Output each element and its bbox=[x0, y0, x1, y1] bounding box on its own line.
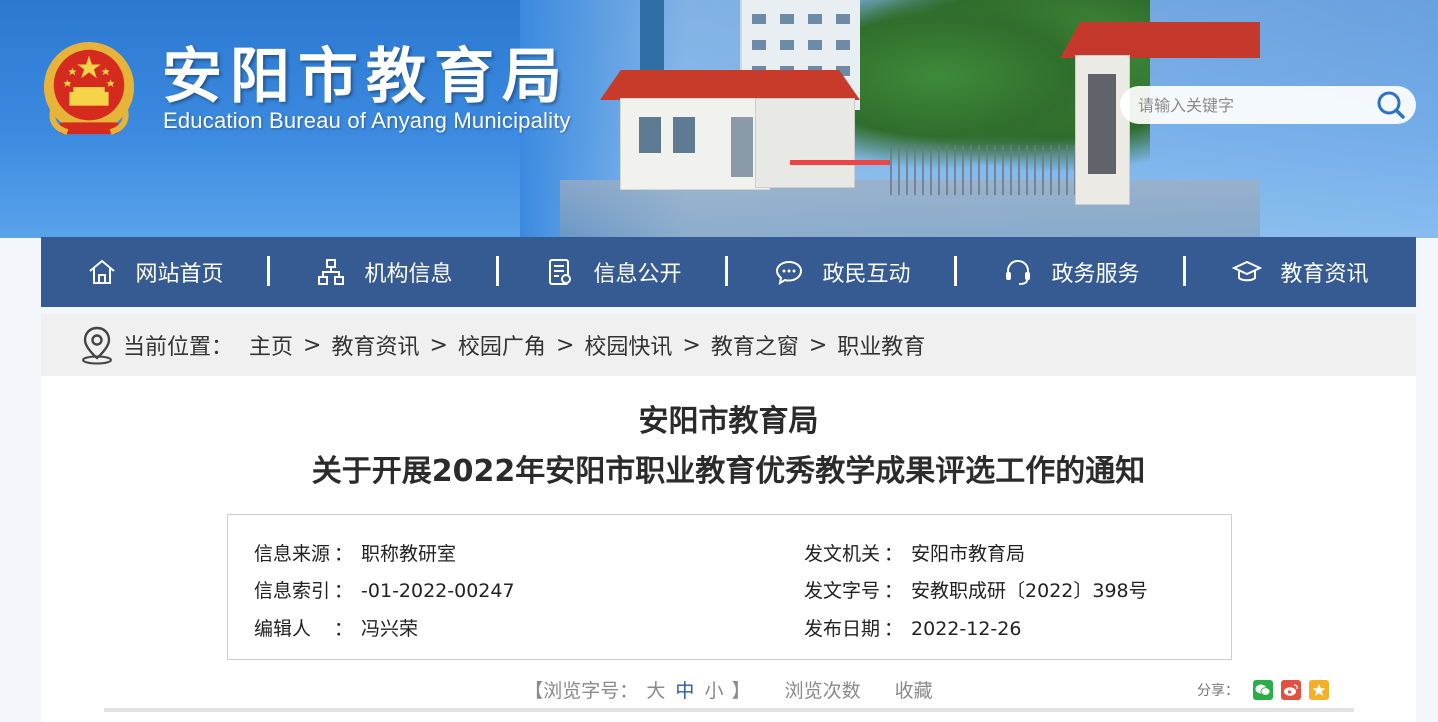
org-chart-icon bbox=[318, 259, 345, 285]
meta-editor: 编辑人 ： 冯兴荣 bbox=[254, 614, 418, 641]
meta-label: 发文机关 bbox=[804, 543, 881, 565]
search-input[interactable] bbox=[1120, 87, 1360, 123]
breadcrumb-vocational[interactable]: 职业教育 bbox=[837, 329, 925, 361]
share-bar: 分享： bbox=[1197, 680, 1329, 700]
view-count: 浏览次数 bbox=[784, 680, 861, 702]
breadcrumb-campus-news[interactable]: 校园快讯 bbox=[584, 329, 672, 361]
breadcrumb-separator: > bbox=[555, 332, 575, 358]
home-icon bbox=[89, 259, 116, 284]
nav-item-label: 信息公开 bbox=[593, 262, 682, 287]
content-panel: 当前位置： 主页 > 教育资讯 > 校园广角 > 校园快讯 > 教育之窗 > 职… bbox=[41, 314, 1416, 722]
gatehouse bbox=[620, 98, 770, 190]
article-subtitle: 关于开展2022年安阳市职业教育优秀教学成果评选工作的通知 bbox=[311, 454, 1146, 489]
retractable-gate bbox=[890, 145, 1090, 195]
meta-publish-date: 发布日期： 2022-12-26 bbox=[804, 614, 1021, 641]
font-size-large[interactable]: 大 bbox=[646, 676, 665, 703]
meta-colon: ： bbox=[334, 580, 354, 602]
share-weibo-button[interactable] bbox=[1281, 680, 1301, 700]
star-icon bbox=[1312, 684, 1326, 696]
nav-item-services[interactable]: 政务服务 bbox=[957, 237, 1186, 307]
chat-icon bbox=[776, 260, 803, 286]
meta-value: 安阳市教育局 bbox=[911, 543, 1026, 565]
article-title: 安阳市教育局 bbox=[638, 404, 819, 439]
meta-value: 冯兴荣 bbox=[361, 618, 419, 640]
site-subtitle: Education Bureau of Anyang Municipality bbox=[163, 108, 571, 133]
site-header: 安阳市教育局 Education Bureau of Anyang Munici… bbox=[0, 0, 1438, 238]
breadcrumb: 当前位置： 主页 > 教育资讯 > 校园广角 > 校园快讯 > 教育之窗 > 职… bbox=[41, 314, 1416, 376]
graduation-cap-icon bbox=[1232, 260, 1263, 282]
nav-item-education-news[interactable]: 教育资讯 bbox=[1186, 237, 1415, 307]
main-nav: 网站首页 机构信息 信息公开 政民互动 政务服务 教育资讯 bbox=[41, 237, 1416, 307]
breadcrumb-lead: 当前位置： bbox=[123, 335, 234, 360]
share-label: 分享： bbox=[1197, 683, 1239, 699]
nav-item-home[interactable]: 网站首页 bbox=[41, 237, 270, 307]
meta-label: 编辑人 bbox=[254, 618, 312, 640]
meta-value: 2022-12-26 bbox=[911, 618, 1022, 640]
meta-colon: ： bbox=[884, 618, 904, 640]
document-icon bbox=[549, 259, 572, 285]
nav-item-label: 政务服务 bbox=[1051, 262, 1140, 287]
article-meta: 信息来源：职称教研室 信息索引： -01-2022-00247 编辑人：冯兴荣 发… bbox=[227, 514, 1232, 660]
nav-item-label: 教育资讯 bbox=[1280, 262, 1369, 287]
meta-issuer: 发文机关： 安阳市教育局 bbox=[804, 539, 1025, 566]
weibo-icon bbox=[1284, 684, 1298, 696]
meta-colon: ： bbox=[884, 543, 904, 565]
national-emblem-icon bbox=[43, 41, 135, 135]
favorite-link[interactable]: 收藏 bbox=[895, 676, 933, 703]
search-icon[interactable] bbox=[1376, 90, 1406, 120]
headset-icon bbox=[1006, 259, 1031, 285]
meta-label: 发文字号 bbox=[804, 580, 881, 602]
site-title: 安阳市教育局 bbox=[162, 42, 570, 112]
gate-pillar bbox=[1075, 55, 1130, 205]
location-pin-icon bbox=[82, 326, 112, 365]
breadcrumb-separator: > bbox=[303, 332, 322, 358]
font-size-label: 【浏览字号： bbox=[524, 680, 639, 702]
gatehouse-roof bbox=[600, 70, 860, 100]
gate-canopy bbox=[755, 98, 855, 188]
meta-value: -01-2022-00247 bbox=[361, 580, 515, 602]
breadcrumb-home[interactable]: 主页 bbox=[249, 329, 293, 361]
content-divider bbox=[104, 708, 1354, 712]
search-box bbox=[1120, 86, 1416, 124]
meta-value: 职称教研室 bbox=[361, 543, 457, 565]
breadcrumb-separator: > bbox=[429, 332, 448, 358]
meta-label: 信息来源 bbox=[254, 543, 331, 565]
meta-label: 发布日期 bbox=[804, 618, 881, 640]
meta-colon: ： bbox=[884, 580, 904, 602]
meta-source: 信息来源： 职称教研室 bbox=[254, 539, 456, 566]
share-qzone-button[interactable] bbox=[1309, 680, 1329, 700]
wechat-icon bbox=[1255, 684, 1271, 696]
nav-item-interaction[interactable]: 政民互动 bbox=[728, 237, 957, 307]
nav-item-label: 政民互动 bbox=[822, 262, 911, 287]
meta-label: 信息索引 bbox=[254, 580, 331, 602]
meta-document-number: 发文字号： 安教职成研〔2022〕398号 bbox=[804, 576, 1148, 603]
meta-index: 信息索引： -01-2022-00247 bbox=[254, 576, 515, 603]
nav-item-organization[interactable]: 机构信息 bbox=[270, 237, 499, 307]
breadcrumb-education-news[interactable]: 教育资讯 bbox=[331, 329, 419, 361]
name-plaque bbox=[1088, 74, 1116, 174]
pillar-roof bbox=[1060, 22, 1260, 58]
nav-item-disclosure[interactable]: 信息公开 bbox=[499, 237, 728, 307]
gate-barrier bbox=[790, 160, 890, 165]
meta-colon: ： bbox=[334, 543, 354, 565]
meta-colon: ： bbox=[334, 618, 354, 640]
font-size-small[interactable]: 小 bbox=[704, 676, 723, 703]
font-size-close: 】 bbox=[731, 680, 751, 702]
nav-item-label: 机构信息 bbox=[364, 262, 453, 287]
breadcrumb-separator: > bbox=[682, 332, 701, 358]
nav-item-label: 网站首页 bbox=[135, 262, 224, 287]
breadcrumb-education-window[interactable]: 教育之窗 bbox=[711, 329, 799, 361]
breadcrumb-separator: > bbox=[808, 332, 828, 358]
breadcrumb-campus[interactable]: 校园广角 bbox=[458, 329, 546, 361]
share-wechat-button[interactable] bbox=[1253, 680, 1273, 700]
meta-value: 安教职成研〔2022〕398号 bbox=[911, 580, 1148, 602]
font-size-medium[interactable]: 中 bbox=[675, 676, 694, 703]
